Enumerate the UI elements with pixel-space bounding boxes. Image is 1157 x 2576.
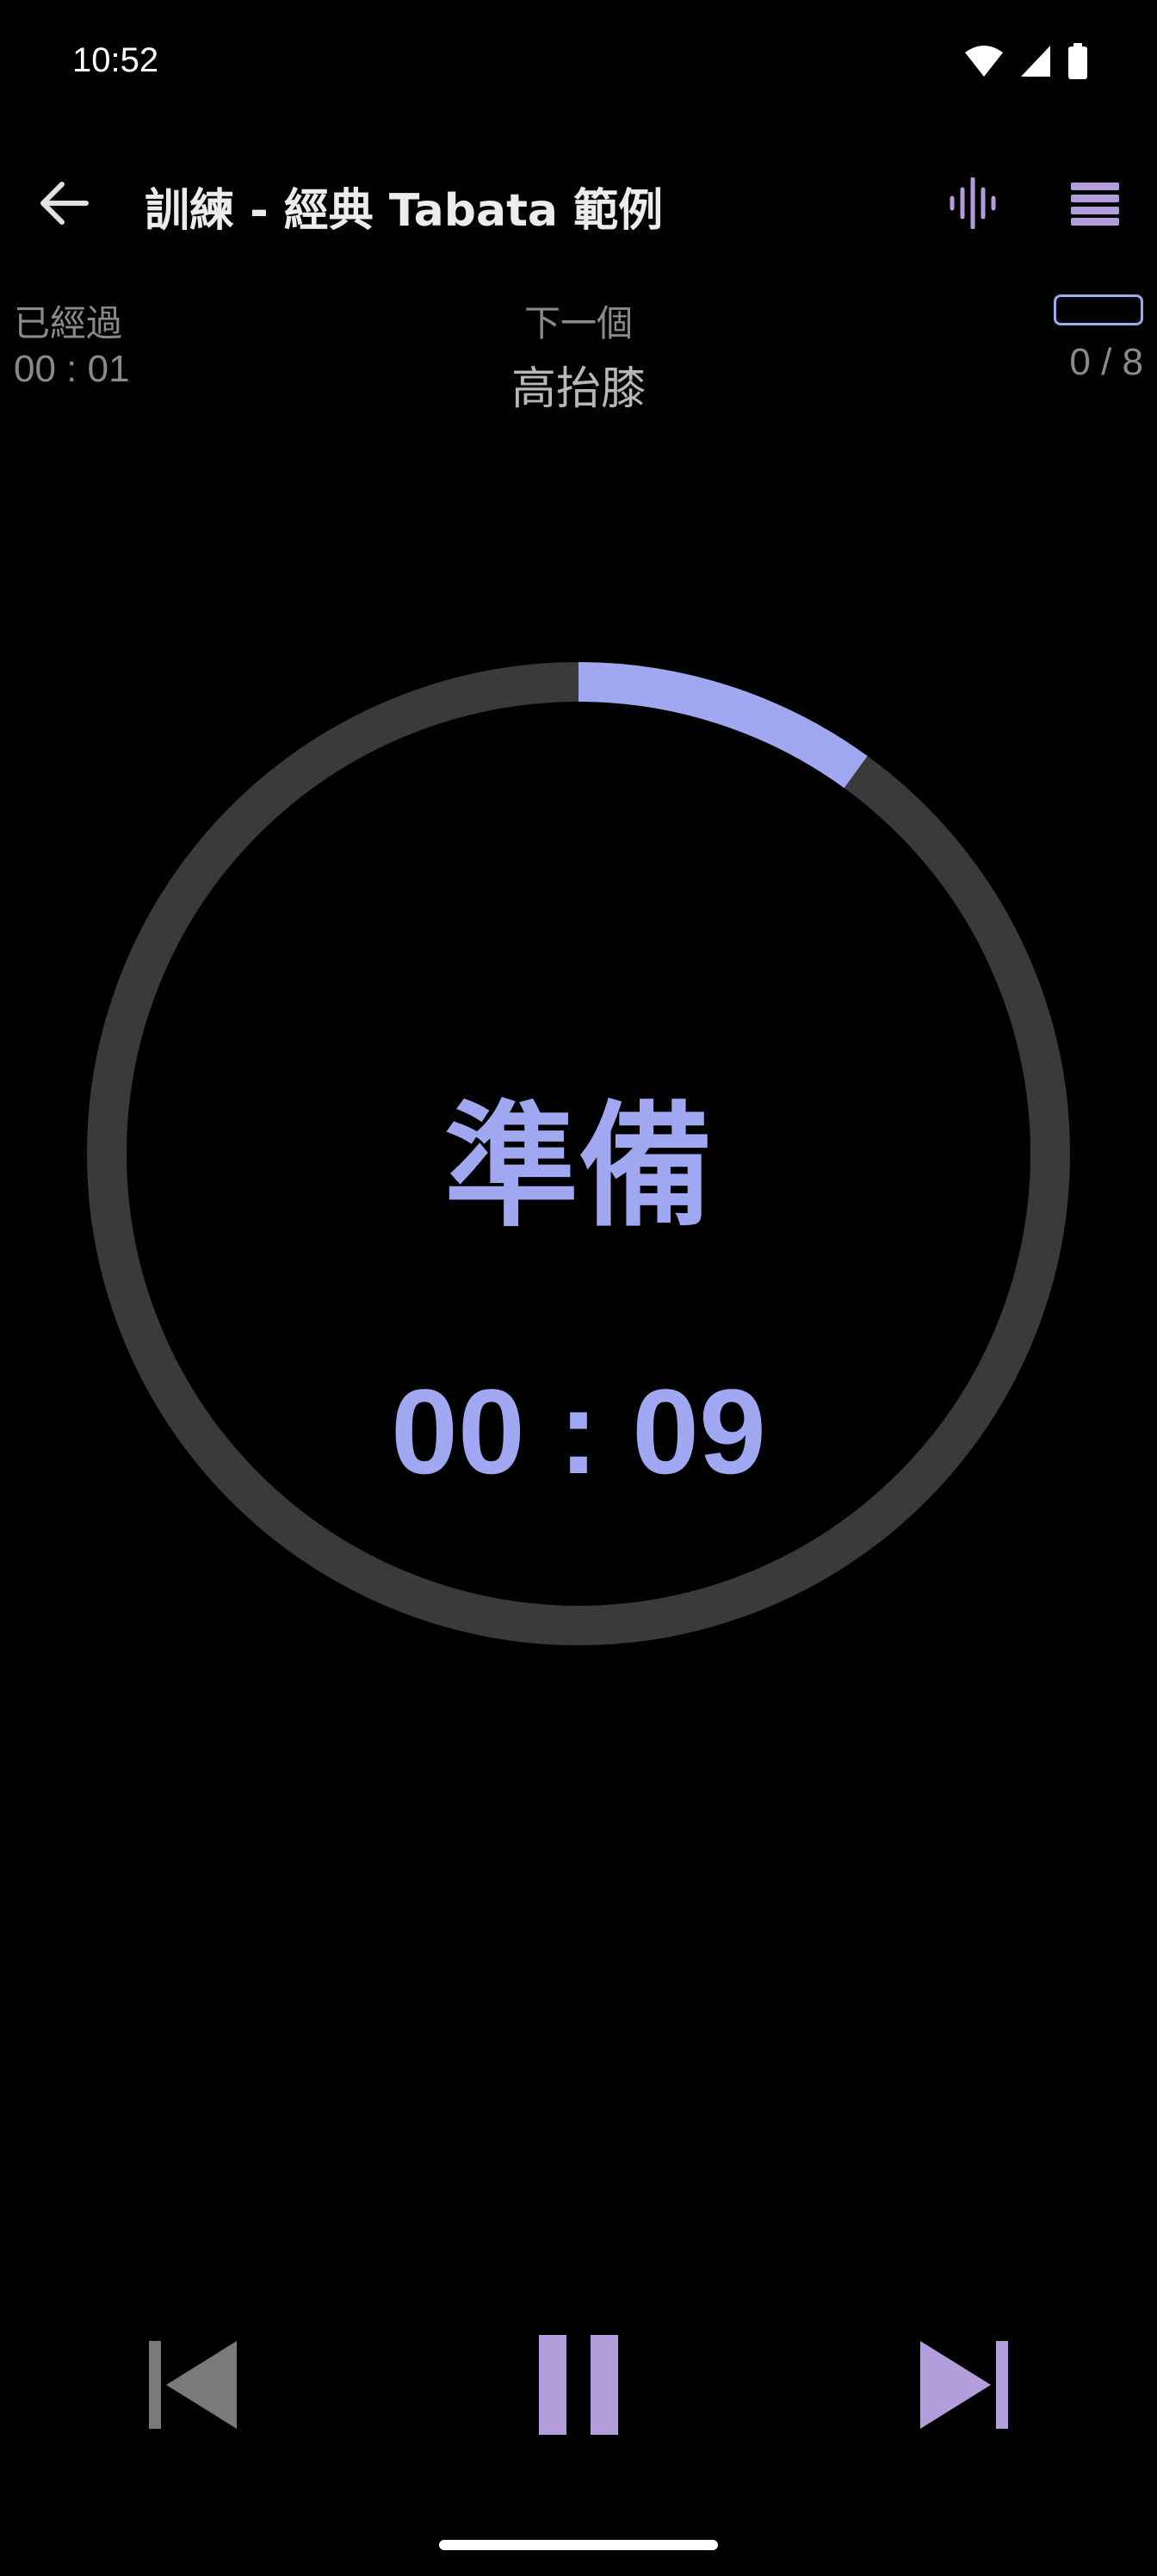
back-button[interactable] xyxy=(29,169,98,238)
sound-button[interactable] xyxy=(940,169,1009,238)
countdown-timer: 00 : 09 xyxy=(391,1364,766,1499)
round-progress-bar xyxy=(1054,294,1143,325)
previous-button[interactable] xyxy=(133,2325,253,2445)
menu-button[interactable] xyxy=(1061,169,1129,238)
battery-icon xyxy=(1068,43,1087,79)
pause-button[interactable] xyxy=(518,2325,639,2445)
status-time: 10:52 xyxy=(72,41,159,79)
next-button[interactable] xyxy=(904,2325,1024,2445)
round-count: 0 / 8 xyxy=(1069,341,1143,383)
next-exercise: 下一個 高抬膝 xyxy=(406,294,751,417)
status-icons xyxy=(964,43,1088,79)
back-arrow-icon xyxy=(40,182,89,225)
phase-label: 準備 xyxy=(444,1088,713,1245)
elapsed-value: 00 : 01 xyxy=(14,348,130,390)
skip-next-icon xyxy=(920,2341,1008,2429)
next-exercise-name: 高抬膝 xyxy=(510,363,646,415)
next-label: 下一個 xyxy=(523,302,633,344)
home-indicator[interactable] xyxy=(439,2540,718,2550)
skip-previous-icon xyxy=(149,2341,237,2429)
pause-icon xyxy=(539,2335,618,2435)
page-title: 訓練 - 經典 Tabata 範例 xyxy=(145,185,664,237)
menu-icon xyxy=(1071,183,1119,226)
wifi-icon xyxy=(965,46,1003,77)
elapsed-label: 已經過 xyxy=(14,302,123,344)
sound-wave-icon xyxy=(950,177,996,229)
cellular-signal-icon xyxy=(1021,46,1050,77)
